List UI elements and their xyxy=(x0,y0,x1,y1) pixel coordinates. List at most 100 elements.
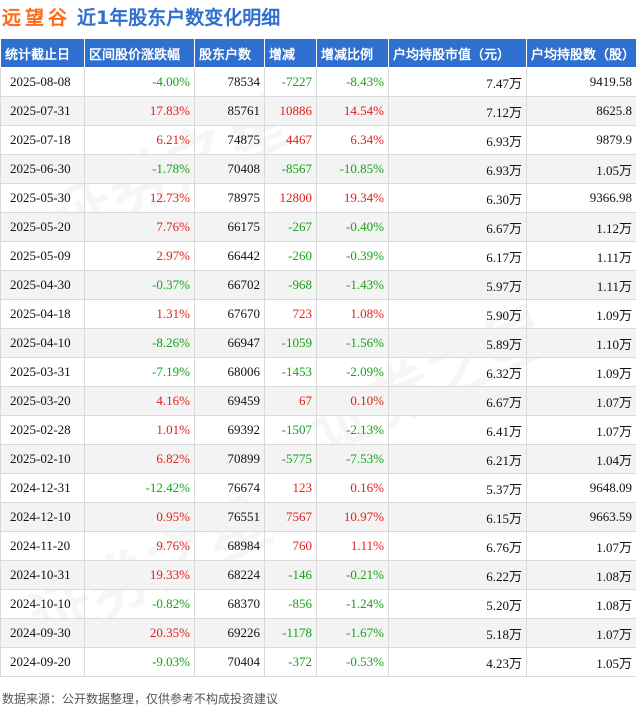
avg-holding-value-cell: 5.20万 xyxy=(388,589,527,619)
change-cell: -1178 xyxy=(264,618,317,648)
shareholder-count-cell: 70404 xyxy=(194,647,265,677)
price-change-cell: 1.31% xyxy=(84,299,195,329)
price-change-cell: 9.76% xyxy=(84,531,195,561)
table-row: 2024-10-31 19.33% 68224 -146 -0.21% 6.22万 1.08… xyxy=(0,560,636,590)
change-cell: 12800 xyxy=(264,183,317,213)
column-header: 统计截止日 xyxy=(0,38,85,68)
cutoff-date-cell: 2025-05-30 xyxy=(0,183,85,213)
change-ratio-cell: 0.16% xyxy=(316,473,389,503)
shareholder-count-cell: 68224 xyxy=(194,560,265,590)
avg-holding-shares-cell: 1.09万 xyxy=(526,357,636,387)
avg-holding-shares-cell: 1.05万 xyxy=(526,154,636,184)
column-header: 增减 xyxy=(264,38,317,68)
table-header-row: 统计截止日 区间股价涨跌幅 股东户数 增减 增减比例 户均持股市值（元） 户均持… xyxy=(0,38,636,68)
column-header: 户均持股数（股） xyxy=(526,38,636,68)
cutoff-date-cell: 2024-11-20 xyxy=(0,531,85,561)
shareholder-table: 统计截止日 区间股价涨跌幅 股东户数 增减 增减比例 户均持股市值（元） 户均持… xyxy=(0,38,636,677)
price-change-cell: -4.00% xyxy=(84,67,195,97)
shareholder-count-cell: 68984 xyxy=(194,531,265,561)
change-cell: 10886 xyxy=(264,96,317,126)
avg-holding-shares-cell: 1.07万 xyxy=(526,618,636,648)
avg-holding-value-cell: 7.47万 xyxy=(388,67,527,97)
avg-holding-value-cell: 5.37万 xyxy=(388,473,527,503)
cutoff-date-cell: 2025-03-31 xyxy=(0,357,85,387)
change-cell: -260 xyxy=(264,241,317,271)
column-header: 区间股价涨跌幅 xyxy=(84,38,195,68)
avg-holding-value-cell: 6.30万 xyxy=(388,183,527,213)
change-ratio-cell: -0.39% xyxy=(316,241,389,271)
change-ratio-cell: -1.67% xyxy=(316,618,389,648)
shareholder-count-cell: 76674 xyxy=(194,473,265,503)
table-row: 2025-08-08 -4.00% 78534 -7227 -8.43% 7.47万 941… xyxy=(0,67,636,97)
price-change-cell: 7.76% xyxy=(84,212,195,242)
price-change-cell: 1.01% xyxy=(84,415,195,445)
price-change-cell: -12.42% xyxy=(84,473,195,503)
change-ratio-cell: -1.24% xyxy=(316,589,389,619)
change-ratio-cell: 10.97% xyxy=(316,502,389,532)
table-row: 2024-12-31 -12.42% 76674 123 0.16% 5.37万 9648.… xyxy=(0,473,636,503)
shareholder-count-cell: 78534 xyxy=(194,67,265,97)
shareholder-count-cell: 85761 xyxy=(194,96,265,126)
cutoff-date-cell: 2025-07-31 xyxy=(0,96,85,126)
avg-holding-shares-cell: 1.07万 xyxy=(526,415,636,445)
avg-holding-shares-cell: 1.08万 xyxy=(526,560,636,590)
shareholder-count-cell: 69226 xyxy=(194,618,265,648)
price-change-cell: 4.16% xyxy=(84,386,195,416)
shareholder-count-cell: 74875 xyxy=(194,125,265,155)
avg-holding-value-cell: 6.21万 xyxy=(388,444,527,474)
avg-holding-shares-cell: 1.12万 xyxy=(526,212,636,242)
cutoff-date-cell: 2025-04-18 xyxy=(0,299,85,329)
cutoff-date-cell: 2025-05-20 xyxy=(0,212,85,242)
price-change-cell: 19.33% xyxy=(84,560,195,590)
avg-holding-shares-cell: 1.05万 xyxy=(526,647,636,677)
price-change-cell: 2.97% xyxy=(84,241,195,271)
table-row: 2025-02-28 1.01% 69392 -1507 -2.13% 6.41万 1.07… xyxy=(0,415,636,445)
cutoff-date-cell: 2025-07-18 xyxy=(0,125,85,155)
change-cell: -1507 xyxy=(264,415,317,445)
cutoff-date-cell: 2025-04-10 xyxy=(0,328,85,358)
avg-holding-value-cell: 7.12万 xyxy=(388,96,527,126)
shareholder-count-cell: 69459 xyxy=(194,386,265,416)
cutoff-date-cell: 2024-12-10 xyxy=(0,502,85,532)
change-cell: -5775 xyxy=(264,444,317,474)
cutoff-date-cell: 2025-02-28 xyxy=(0,415,85,445)
price-change-cell: 17.83% xyxy=(84,96,195,126)
change-cell: 4467 xyxy=(264,125,317,155)
price-change-cell: 6.82% xyxy=(84,444,195,474)
avg-holding-value-cell: 5.89万 xyxy=(388,328,527,358)
avg-holding-value-cell: 5.97万 xyxy=(388,270,527,300)
avg-holding-value-cell: 6.32万 xyxy=(388,357,527,387)
change-cell: 723 xyxy=(264,299,317,329)
change-ratio-cell: 14.54% xyxy=(316,96,389,126)
avg-holding-value-cell: 5.18万 xyxy=(388,618,527,648)
avg-holding-value-cell: 5.90万 xyxy=(388,299,527,329)
avg-holding-shares-cell: 9648.09 xyxy=(526,473,636,503)
cutoff-date-cell: 2025-03-20 xyxy=(0,386,85,416)
table-row: 2025-05-09 2.97% 66442 -260 -0.39% 6.17万 1.11万 xyxy=(0,241,636,271)
table-row: 2025-04-10 -8.26% 66947 -1059 -1.56% 5.89万 1.1… xyxy=(0,328,636,358)
avg-holding-shares-cell: 1.11万 xyxy=(526,270,636,300)
change-ratio-cell: -2.09% xyxy=(316,357,389,387)
column-header: 户均持股市值（元） xyxy=(388,38,527,68)
shareholder-count-cell: 70899 xyxy=(194,444,265,474)
change-ratio-cell: 19.34% xyxy=(316,183,389,213)
price-change-cell: 20.35% xyxy=(84,618,195,648)
table-row: 2024-10-10 -0.82% 68370 -856 -1.24% 5.20万 1.08… xyxy=(0,589,636,619)
change-ratio-cell: -0.40% xyxy=(316,212,389,242)
avg-holding-value-cell: 6.15万 xyxy=(388,502,527,532)
change-cell: -372 xyxy=(264,647,317,677)
avg-holding-shares-cell: 1.04万 xyxy=(526,444,636,474)
table-row: 2025-03-31 -7.19% 68006 -1453 -2.09% 6.32万 1.0… xyxy=(0,357,636,387)
change-ratio-cell: -1.56% xyxy=(316,328,389,358)
cutoff-date-cell: 2024-10-31 xyxy=(0,560,85,590)
shareholder-count-cell: 66702 xyxy=(194,270,265,300)
change-cell: -7227 xyxy=(264,67,317,97)
table-row: 2025-02-10 6.82% 70899 -5775 -7.53% 6.21万 1.04… xyxy=(0,444,636,474)
price-change-cell: -0.82% xyxy=(84,589,195,619)
price-change-cell: 12.73% xyxy=(84,183,195,213)
cutoff-date-cell: 2025-04-30 xyxy=(0,270,85,300)
table-row: 2024-11-20 9.76% 68984 760 1.11% 6.76万 1.07万 xyxy=(0,531,636,561)
shareholder-count-cell: 68006 xyxy=(194,357,265,387)
change-ratio-cell: -8.43% xyxy=(316,67,389,97)
table-row: 2025-07-18 6.21% 74875 4467 6.34% 6.93万 9879.9 xyxy=(0,125,636,155)
